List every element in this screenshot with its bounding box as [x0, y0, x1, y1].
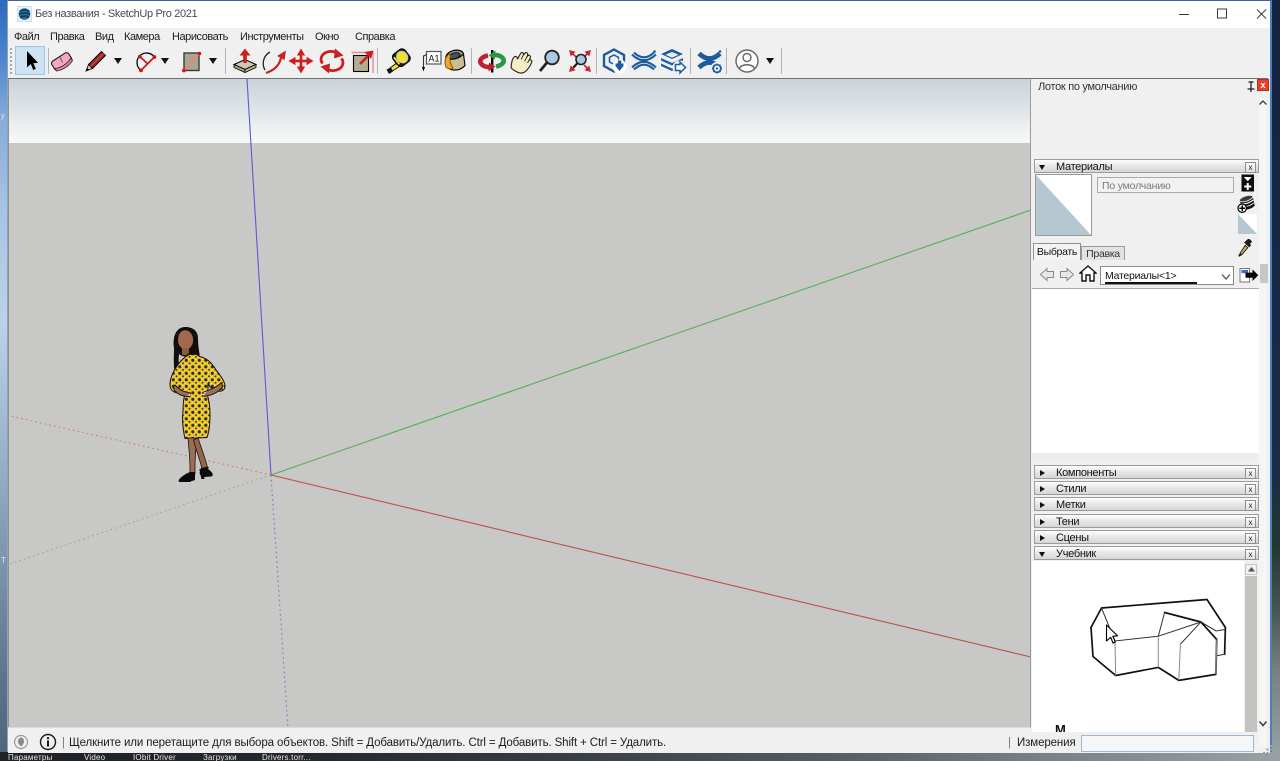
svg-text:A1: A1	[429, 53, 440, 63]
